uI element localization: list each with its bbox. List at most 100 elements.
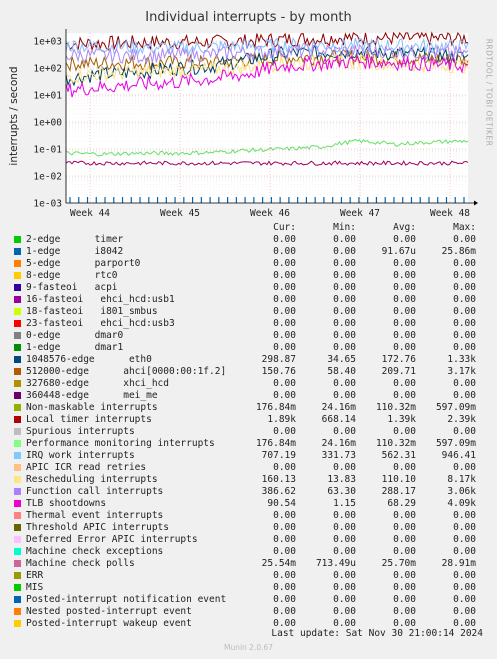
- legend-label: 1-edge dmar1: [26, 342, 124, 353]
- legend-row: MIS 0.00 0.00 0.00 0.00: [0, 582, 497, 594]
- legend-swatch: [14, 608, 21, 615]
- legend-max-value: 0.00: [453, 510, 476, 521]
- legend-row: Rescheduling interrupts 160.13 13.83 110.10…: [0, 474, 497, 486]
- legend-label: 8-edge rtc0: [26, 270, 118, 281]
- legend-max-value: 0.00: [453, 546, 476, 557]
- y-tick-label: 1e+02: [33, 64, 62, 75]
- legend-max-value: 0.00: [453, 426, 476, 437]
- legend-swatch: [14, 368, 21, 375]
- legend-swatch: [14, 248, 21, 255]
- legend-row: 9-fasteoi acpi 0.00 0.00 0.00 0.00: [0, 282, 497, 294]
- legend-row: 1-edge dmar1 0.00 0.00 0.00 0.00: [0, 342, 497, 354]
- legend-swatch: [14, 380, 21, 387]
- legend-max-value: 0.00: [453, 390, 476, 401]
- x-axis-arrow: [474, 200, 478, 206]
- legend-swatch: [14, 404, 21, 411]
- legend-swatch: [14, 392, 21, 399]
- legend-max-value: 3.06k: [447, 486, 476, 497]
- legend-label: Nested posted-interrupt event: [26, 606, 192, 617]
- legend-row: Performance monitoring interrupts 176.84m…: [0, 438, 497, 450]
- legend-label: ERR: [26, 570, 44, 581]
- legend-max-value: 0.00: [453, 462, 476, 473]
- legend-max-value: 0.00: [453, 330, 476, 341]
- legend-max-value: 0.00: [453, 342, 476, 353]
- munin-version: Munin 2.0.67: [223, 643, 274, 652]
- legend-row: Nested posted-interrupt event 0.00 0.00 0.0…: [0, 606, 497, 618]
- legend-row: 5-edge parport0 0.00 0.00 0.00 0.00: [0, 258, 497, 270]
- legend-label: 5-edge parport0: [26, 258, 141, 269]
- legend-label: Threshold APIC interrupts: [26, 522, 169, 533]
- legend-label: 2-edge timer: [26, 234, 124, 245]
- legend-max-value: 0.00: [453, 582, 476, 593]
- legend-swatch: [14, 296, 21, 303]
- x-tick-label: Week 45: [160, 208, 200, 219]
- legend-swatch: [14, 620, 21, 627]
- legend-label: MIS: [26, 582, 44, 593]
- legend-row: Local timer interrupts 1.89k 668.14 1.39k 2.…: [0, 414, 497, 426]
- legend-max-value: 597.09m: [435, 402, 476, 413]
- legend-row: Non-maskable interrupts 176.84m 24.16m 110.…: [0, 402, 497, 414]
- legend-swatch: [14, 416, 21, 423]
- legend-label: 16-fasteoi ehci_hcd:usb1: [26, 294, 175, 305]
- legend-label: Posted-interrupt notification event: [26, 594, 227, 605]
- y-tick-label: 1e-02: [33, 172, 62, 183]
- legend-row: 8-edge rtc0 0.00 0.00 0.00 0.00: [0, 270, 497, 282]
- legend-swatch: [14, 440, 21, 447]
- legend-label: 18-fasteoi i801_smbus: [26, 306, 158, 317]
- legend-max-value: 8.17k: [447, 474, 476, 485]
- legend-header: Min:: [333, 222, 356, 233]
- legend-label: Machine check polls: [26, 558, 135, 569]
- legend-label: 360448-edge mei_me: [26, 390, 158, 401]
- legend-label: Posted-interrupt wakeup event: [26, 618, 192, 629]
- legend-swatch: [14, 284, 21, 291]
- legend-label: Local timer interrupts: [26, 414, 152, 425]
- legend-max-value: 0.00: [453, 318, 476, 329]
- legend-max-value: 0.00: [453, 270, 476, 281]
- legend-swatch: [14, 356, 21, 363]
- legend-row: 512000-edge ahci[0000:00:1f.2] 150.76 58.4…: [0, 366, 497, 378]
- legend-label: 327680-edge xhci_hcd: [26, 378, 169, 389]
- y-tick-label: 1e+00: [33, 118, 62, 129]
- legend-row: Spurious interrupts 0.00 0.00 0.00 0.00: [0, 426, 497, 438]
- legend-max-value: 0.00: [453, 594, 476, 605]
- legend-max-value: 946.41: [441, 450, 476, 461]
- legend-max-value: 0.00: [453, 234, 476, 245]
- legend-label: Rescheduling interrupts: [26, 474, 158, 485]
- legend-swatch: [14, 584, 21, 591]
- y-tick-label: 1e-03: [33, 199, 62, 210]
- legend-max-value: 0.00: [453, 606, 476, 617]
- legend-swatch: [14, 428, 21, 435]
- legend-swatch: [14, 344, 21, 351]
- y-tick-label: 1e-01: [33, 145, 62, 156]
- y-tick-label: 1e+01: [33, 91, 62, 102]
- legend-row: Thermal event interrupts 0.00 0.00 0.00 0.00: [0, 510, 497, 522]
- legend-max-value: 0.00: [453, 534, 476, 545]
- legend-label: Function call interrupts: [26, 486, 164, 497]
- legend-row: ERR 0.00 0.00 0.00 0.00: [0, 570, 497, 582]
- x-tick-label: Week 47: [340, 208, 380, 219]
- legend-label: 9-fasteoi acpi: [26, 282, 118, 293]
- legend-swatch: [14, 476, 21, 483]
- legend-max-value: 0.00: [453, 258, 476, 269]
- legend-max-value: 1.33k: [447, 354, 476, 365]
- legend-row: IRQ work interrupts 707.19 331.73 562.31 946…: [0, 450, 497, 462]
- legend-label: 23-fasteoi ehci_hcd:usb3: [26, 318, 175, 329]
- legend-row: 16-fasteoi ehci_hcd:usb1 0.00 0.00 0.00 0.00: [0, 294, 497, 306]
- legend-swatch: [14, 560, 21, 567]
- legend-swatch: [14, 572, 21, 579]
- legend-swatch: [14, 308, 21, 315]
- legend-max-value: 597.09m: [435, 438, 476, 449]
- legend-row: Posted-interrupt notification event 0.00 0…: [0, 594, 497, 606]
- legend-label: TLB shootdowns: [26, 498, 107, 509]
- legend-header: Avg:: [393, 222, 416, 233]
- legend-swatch: [14, 500, 21, 507]
- legend-swatch: [14, 332, 21, 339]
- legend-label: 1048576-edge eth0: [26, 354, 152, 365]
- chart-plot: 1e-03 1e-02 1e-01 1e+00 1e+01 1e+02 1e+03 Week …: [33, 29, 478, 219]
- x-tick-label: Week 46: [250, 208, 290, 219]
- legend-header: Cur:: [273, 222, 296, 233]
- legend-max-value: 0.00: [453, 570, 476, 581]
- legend-swatch: [14, 548, 21, 555]
- legend-label: Performance monitoring interrupts: [26, 438, 215, 449]
- y-tick-label: 1e+03: [33, 37, 62, 48]
